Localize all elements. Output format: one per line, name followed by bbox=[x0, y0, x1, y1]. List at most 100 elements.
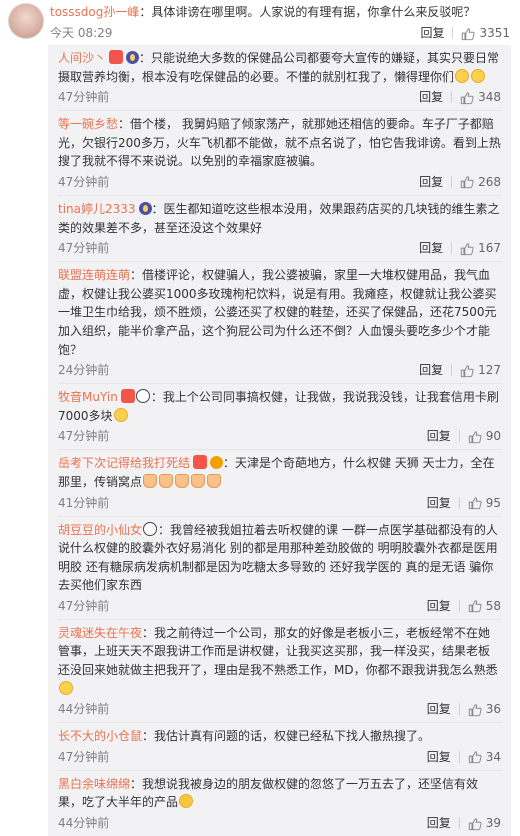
reply-username[interactable]: 灵魂迷失在午夜 bbox=[58, 626, 142, 640]
reply-meta: 47分钟前 回复 167 bbox=[58, 239, 501, 258]
reply-button[interactable]: 回复 bbox=[427, 597, 451, 615]
reply-button[interactable]: 回复 bbox=[427, 494, 451, 512]
medal-icon bbox=[193, 455, 208, 470]
reply-actions: 回复 36 bbox=[427, 700, 501, 718]
reply-time: 24分钟前 bbox=[58, 363, 110, 378]
reply-meta: 47分钟前 回复 58 bbox=[58, 597, 501, 616]
reply-username[interactable]: 等一碗乡愁 bbox=[58, 117, 118, 131]
reply-meta: 44分钟前 回复 39 bbox=[58, 814, 501, 833]
reply-meta: 47分钟前 回复 90 bbox=[58, 427, 501, 446]
reply-button[interactable]: 回复 bbox=[419, 173, 443, 191]
hand-emoji-icon bbox=[159, 473, 174, 488]
main-comment: tosssdog孙一峰：具体诽谤在哪里啊。人家说的有理有据，你拿什么来反驳呢？ … bbox=[0, 0, 520, 45]
reply-meta: 24分钟前 回复 127 bbox=[58, 361, 501, 380]
thumbs-up-icon bbox=[468, 600, 482, 613]
like-button[interactable] bbox=[461, 24, 476, 42]
reply-button[interactable]: 回复 bbox=[420, 24, 444, 42]
like-count: 36 bbox=[485, 702, 501, 717]
reply-button[interactable]: 回复 bbox=[419, 361, 443, 379]
reply-username[interactable]: 牧音MuYin bbox=[58, 390, 118, 404]
reply-actions: 回复 90 bbox=[427, 427, 501, 445]
reply-button[interactable]: 回复 bbox=[427, 748, 451, 766]
like-count: 58 bbox=[485, 598, 501, 613]
like-count: 268 bbox=[478, 174, 501, 189]
like-button[interactable] bbox=[468, 427, 482, 445]
thumbs-up-icon bbox=[460, 364, 474, 377]
reply-button[interactable]: 回复 bbox=[419, 239, 443, 257]
hand-emoji-icon bbox=[175, 473, 190, 488]
reply-time: 47分钟前 bbox=[58, 90, 110, 105]
thumbs-up-icon bbox=[468, 817, 482, 830]
reply-username[interactable]: 长不大的小仓鼠 bbox=[58, 729, 142, 743]
divider bbox=[458, 750, 460, 763]
reply-time: 47分钟前 bbox=[58, 749, 110, 764]
reply-text: 长不大的小仓鼠：我估计真有问题的话，权健已经私下找人撤热搜了。 bbox=[58, 727, 501, 746]
reply-meta: 47分钟前 回复 34 bbox=[58, 748, 501, 767]
reply-meta: 44分钟前 回复 36 bbox=[58, 700, 501, 719]
avatar[interactable] bbox=[8, 3, 44, 39]
like-button[interactable] bbox=[468, 748, 482, 766]
thumbs-up-icon bbox=[468, 497, 482, 510]
reply-button[interactable]: 回复 bbox=[419, 88, 443, 106]
reply-username[interactable]: 岳考下次记得给我打死结 bbox=[58, 456, 190, 470]
grin-emoji-icon bbox=[471, 68, 486, 83]
thumbs-up-icon bbox=[468, 431, 482, 443]
divider bbox=[451, 91, 453, 104]
like-button[interactable] bbox=[460, 173, 474, 191]
comment-time: 今天 08:29 bbox=[50, 26, 113, 40]
smile-emoji-icon bbox=[59, 680, 73, 695]
reply-actions: 回复 58 bbox=[427, 597, 501, 615]
reply-actions: 回复 167 bbox=[419, 239, 501, 257]
reply-username[interactable]: 黑白余味绵绵 bbox=[58, 777, 130, 791]
like-count: 348 bbox=[478, 90, 501, 105]
comment-body: ：具体诽谤在哪里啊。人家说的有理有据，你拿什么来反驳呢？ bbox=[139, 5, 476, 19]
like-button[interactable] bbox=[460, 88, 474, 106]
reply-text: 黑白余味绵绵：我想说我被身边的朋友做权健的忽悠了一万五去了，还坚信有效果，吃了大… bbox=[58, 775, 501, 812]
reply-item: 岳考下次记得给我打死结 ：天津是个奇葩地方，什么权健 天狮 天士力，全在那里，传销… bbox=[58, 450, 501, 517]
reply-actions: 回复 34 bbox=[427, 748, 501, 766]
reply-text: 岳考下次记得给我打死结 ：天津是个奇葩地方，什么权健 天狮 天士力，全在那里，传销… bbox=[58, 454, 501, 491]
divider bbox=[451, 242, 453, 255]
reply-body: ：借个楼， 我舅妈赔了倾家荡产，就那她还相信的要命。车子厂子都赔光，欠银行200… bbox=[58, 117, 501, 169]
thumbs-up-icon bbox=[460, 176, 474, 189]
reply-text: 联盟连萌连萌：借楼评论，权健骗人，我公婆被骗，家里一大堆权健用品，我气血虚，权健… bbox=[58, 266, 501, 359]
like-button[interactable] bbox=[460, 361, 474, 379]
like-button[interactable] bbox=[468, 814, 482, 832]
like-count: 127 bbox=[478, 363, 501, 378]
reply-username[interactable]: 人间沙丶 bbox=[58, 51, 106, 65]
like-button[interactable] bbox=[468, 597, 482, 615]
reply-item: 等一碗乡愁：借个楼， 我舅妈赔了倾家荡产，就那她还相信的要命。车子厂子都赔光，欠… bbox=[58, 111, 501, 196]
reply-button[interactable]: 回复 bbox=[427, 427, 451, 445]
hand-emoji-icon bbox=[207, 473, 222, 488]
divider bbox=[451, 175, 453, 188]
reply-username[interactable]: 胡豆豆的小仙女 bbox=[58, 523, 142, 537]
comment-username[interactable]: tosssdog孙一峰 bbox=[50, 5, 139, 19]
medal-icon bbox=[120, 389, 135, 404]
reply-item: 胡豆豆的小仙女 ：我曾经被我姐拉着去听权健的课 一群一点医学基础都没有的人说什么权… bbox=[58, 517, 501, 620]
reply-list: 人间沙丶 ：只能说绝大多数的保健品公司都要夸大宣传的嫌疑，其实只要日常摄取营养均衡… bbox=[48, 45, 511, 836]
reply-time: 47分钟前 bbox=[58, 174, 110, 189]
like-button[interactable] bbox=[460, 239, 474, 257]
reply-text: tina婷儿2333 ：医生都知道吃这些根本没用，效果跟药店买的几块钱的维生素之类… bbox=[58, 200, 501, 237]
reply-actions: 回复 95 bbox=[427, 494, 501, 512]
reply-meta: 47分钟前 回复 348 bbox=[58, 88, 501, 107]
reply-time: 47分钟前 bbox=[58, 241, 110, 256]
reply-button[interactable]: 回复 bbox=[427, 700, 451, 718]
reply-text: 灵魂迷失在午夜：我之前待过一个公司，那女的好像是老板小三，老板经常不在她管事，上… bbox=[58, 624, 501, 698]
badge-icon bbox=[210, 456, 224, 470]
reply-button[interactable]: 回复 bbox=[427, 814, 451, 832]
reply-username[interactable]: 联盟连萌连萌 bbox=[58, 268, 130, 282]
reply-item: 黑白余味绵绵：我想说我被身边的朋友做权健的忽悠了一万五去了，还坚信有效果，吃了大… bbox=[58, 771, 501, 836]
like-button[interactable] bbox=[468, 700, 482, 718]
reply-actions: 回复 39 bbox=[427, 814, 501, 832]
like-button[interactable] bbox=[468, 494, 482, 512]
divider bbox=[458, 817, 460, 830]
reply-text: 牧音MuYin ：我上个公司同事搞权健，让我做，我说我没钱，让我套信用卡刷7000… bbox=[58, 388, 501, 425]
thumbs-up-icon bbox=[468, 751, 482, 764]
reply-item: 长不大的小仓鼠：我估计真有问题的话，权健已经私下找人撤热搜了。 47分钟前 回复… bbox=[58, 723, 501, 771]
reply-username[interactable]: tina婷儿2333 bbox=[58, 202, 136, 216]
reply-item: 人间沙丶 ：只能说绝大多数的保健品公司都要夸大宣传的嫌疑，其实只要日常摄取营养均衡… bbox=[58, 45, 501, 112]
smile-emoji-icon bbox=[113, 407, 128, 422]
comment-meta: 今天 08:29 回复 3351 bbox=[50, 24, 510, 40]
vip-badge-icon bbox=[126, 51, 140, 64]
